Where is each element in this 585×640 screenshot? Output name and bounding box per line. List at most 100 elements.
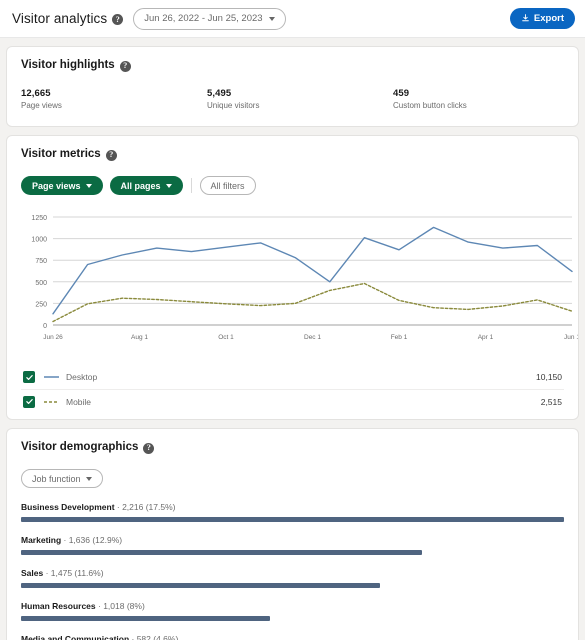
demographics-row-name: Media and Communication [21,634,130,640]
demographics-row-count: · 2,216 (17.5%) [114,502,176,512]
legend-label-mobile: Mobile [66,396,92,407]
filter-all-pages[interactable]: All pages [109,176,183,195]
highlight-unique-visitors: 5,495 Unique visitors [207,88,393,110]
highlight-label: Custom button clicks [393,101,467,110]
chart-y-tick-label: 1250 [31,215,47,222]
demographics-bar-fill [21,616,270,621]
demographics-row: Human Resources · 1,018 (8%) [21,601,564,621]
demographics-row-label: Media and Communication · 582 (4.6%) [21,634,564,640]
demographics-list: Business Development · 2,216 (17.5%) Mark… [21,502,564,640]
demographics-row: Sales · 1,475 (11.6%) [21,568,564,588]
page-title-info-icon[interactable]: ? [112,14,124,25]
filter-label: Page views [32,180,81,191]
demographics-row-name: Sales [21,568,44,578]
chevron-down-icon [165,183,172,188]
chart-legend: Desktop 10,150 Mobile 2,515 [21,365,564,419]
check-icon [25,398,33,405]
chart-series-mobile [52,282,573,323]
demographics-row-count: · 1,018 (8%) [95,601,145,611]
chart-x-tick-label: Jun 26 [43,334,63,341]
highlight-value: 5,495 [207,88,232,99]
legend-value-desktop: 10,150 [536,372,562,382]
export-button-label: Export [533,13,564,24]
demographics-bar-track [21,517,564,522]
chart-y-tick-label: 500 [35,280,47,287]
demographics-row-label: Marketing · 1,636 (12.9%) [21,535,564,545]
highlight-label: Page views [21,101,62,110]
chart-x-tick-label: Apr 1 [478,334,494,341]
demographics-bar-fill [21,550,422,555]
visitor-metrics-title-text: Visitor metrics [21,148,101,160]
demographics-row-count: · 1,475 (11.6%) [43,568,104,578]
demographics-row-label: Human Resources · 1,018 (8%) [21,601,564,611]
visitor-demographics-info-icon[interactable]: ? [143,442,155,454]
visitor-highlights-title-text: Visitor highlights [21,59,115,71]
line-chart-svg: 0 250 500 750 1000 1250 Jun 26 Aug 1 Oct 1 Dec 1 F… [31,215,578,341]
chart-x-tick-label: Oct 1 [218,334,234,341]
demographics-bar-track [21,583,564,588]
filter-label: All filters [210,180,245,191]
chart-y-tick-label: 250 [35,301,47,308]
visitor-demographics-title-text: Visitor demographics [21,441,139,453]
demographics-row: Media and Communication · 582 (4.6%) [21,634,564,640]
metrics-filter-bar: Page views All pages All filters [21,176,564,195]
legend-line-mobile [44,400,59,403]
legend-label-desktop: Desktop [66,372,98,382]
highlight-label: Unique visitors [207,101,260,110]
demographics-row-label: Sales · 1,475 (11.6%) [21,568,564,578]
legend-line-desktop [44,376,59,378]
legend-checkbox-mobile[interactable] [23,395,35,408]
legend-row-mobile[interactable]: Mobile 2,515 [21,389,564,413]
chart-y-tick-label: 0 [43,323,47,330]
highlight-custom-button-clicks: 459 Custom button clicks [393,88,467,110]
visitor-demographics-title: Visitor demographics ? [21,441,564,454]
chevron-down-icon [85,183,92,188]
filter-page-views[interactable]: Page views [21,176,103,195]
highlight-value: 12,665 [21,88,51,99]
visitor-metrics-title: Visitor metrics ? [21,148,564,161]
filter-label: Job function [32,473,81,484]
chart-x-tick-label: Feb 1 [391,334,408,341]
highlights-grid: 12,665 Page views 5,495 Unique visitors … [21,88,564,110]
highlight-value: 459 [393,88,410,99]
demographics-row-name: Business Development [21,502,115,512]
chevron-down-icon [85,476,92,481]
legend-row-desktop[interactable]: Desktop 10,150 [21,365,564,389]
date-range-picker[interactable]: Jun 26, 2022 - Jun 25, 2023 [133,7,286,30]
page-header: Visitor analytics ? Jun 26, 2022 - Jun 2… [0,0,585,38]
chart-x-tick-label: Dec 1 [304,334,321,341]
demographics-row-name: Human Resources [21,601,96,611]
demographics-row-name: Marketing [21,535,62,545]
chart-series-desktop [52,226,573,315]
visitor-highlights-info-icon[interactable]: ? [119,60,131,72]
visitor-analytics-page: Visitor analytics ? Jun 26, 2022 - Jun 2… [0,0,585,640]
chevron-down-icon [268,16,275,21]
filter-label: All pages [120,180,161,191]
visitor-metrics-card: Visitor metrics ? Page views All pages A… [6,135,579,420]
demographics-row: Marketing · 1,636 (12.9%) [21,535,564,555]
filter-all-filters[interactable]: All filters [199,176,256,195]
date-range-label: Jun 26, 2022 - Jun 25, 2023 [144,13,263,24]
demographics-filter-wrap: Job function [21,469,103,488]
demographics-row: Business Development · 2,216 (17.5%) [21,502,564,522]
visitor-metrics-chart: 0 250 500 750 1000 1250 Jun 26 Aug 1 Oct 1 Dec 1 F… [21,209,578,357]
chart-x-tick-label: Aug 1 [131,334,148,341]
visitor-highlights-card: Visitor highlights ? 12,665 Page views 5… [6,46,579,127]
demographics-row-count: · 582 (4.6%) [129,634,179,640]
demographics-bar-track [21,616,564,621]
page-title: Visitor analytics [12,11,108,26]
visitor-demographics-card: Visitor demographics ? Job function Busi… [6,428,579,640]
download-icon [522,14,529,22]
filter-separator [190,178,192,193]
demographics-bar-track [21,550,564,555]
legend-checkbox-desktop[interactable] [23,371,35,383]
demographics-row-label: Business Development · 2,216 (17.5%) [21,502,564,512]
export-button[interactable]: Export [509,8,575,29]
demographics-bar-fill [21,583,381,588]
visitor-metrics-info-icon[interactable]: ? [105,149,117,161]
chart-y-tick-label: 750 [35,258,47,265]
highlight-page-views: 12,665 Page views [21,88,207,110]
check-icon [25,374,33,380]
chart-y-tick-label: 1000 [31,237,47,244]
filter-job-function[interactable]: Job function [21,469,103,488]
